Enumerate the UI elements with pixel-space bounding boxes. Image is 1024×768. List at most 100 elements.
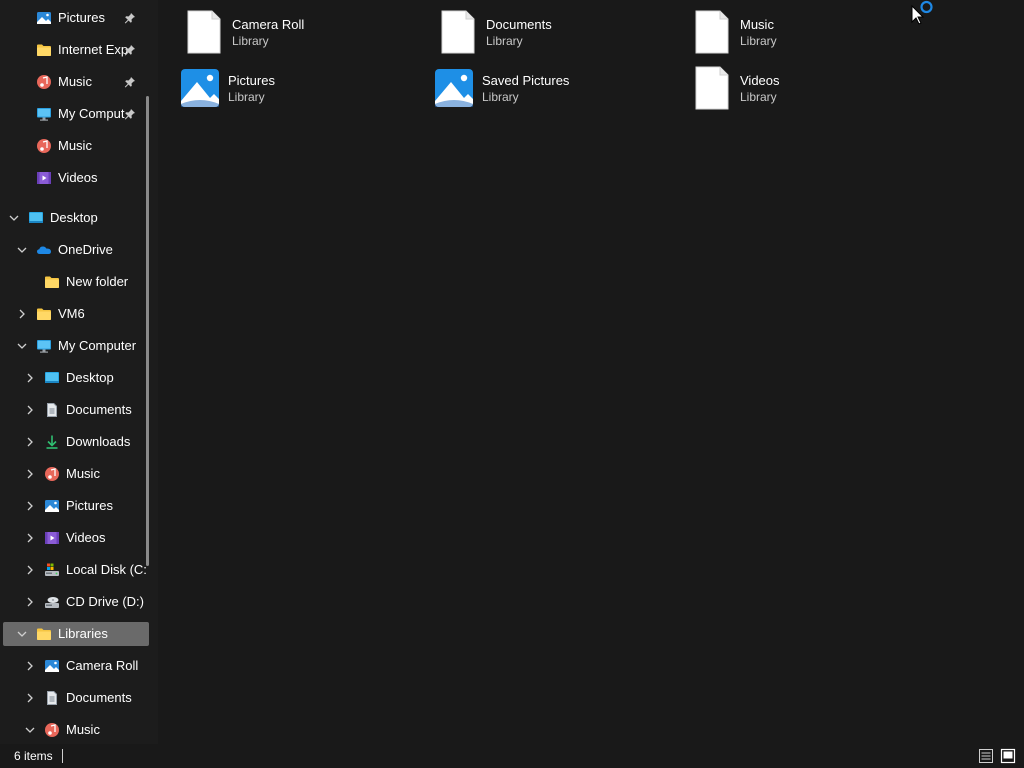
sidebar-item-downloads[interactable]: Downloads [0,430,146,454]
chevron-right-icon[interactable] [24,596,36,608]
library-item-type: Library [232,34,269,48]
sidebar-item-music[interactable]: Music [0,462,146,486]
library-item[interactable]: Videos Library [692,66,932,114]
cd-drive-icon [44,594,60,610]
sidebar-item-cd-drive-d[interactable]: CD Drive (D:) [0,590,146,614]
pictures-icon [44,658,60,674]
details-view-icon[interactable] [978,748,994,764]
pictures-icon [36,10,52,26]
chevron-right-icon[interactable] [24,532,36,544]
library-item[interactable]: Camera Roll Library [184,10,424,58]
sidebar-item-music[interactable]: Music [0,70,146,94]
chevron-right-icon[interactable] [24,692,36,704]
sidebar-item-label: Camera Roll [66,658,139,673]
music-icon [44,466,60,482]
sidebar-item-label: New folder [66,274,129,289]
sidebar-item-label: Videos [58,170,98,185]
sidebar-item-vm6[interactable]: VM6 [0,302,146,326]
sidebar-item-label: Documents [66,690,132,705]
sidebar-item-videos[interactable]: Videos [0,526,146,550]
chevron-right-icon[interactable] [24,500,36,512]
sidebar-item-new-folder[interactable]: New folder [0,270,146,294]
sidebar-item-label: My Computer [58,338,137,353]
sidebar-item-label: Local Disk (C: [66,562,147,577]
sidebar-item-my-computer[interactable]: My Computer [0,334,146,358]
sidebar-item-label: My Comput [58,106,125,121]
pin-icon [124,108,136,120]
chevron-right-icon[interactable] [24,660,36,672]
chevron-down-icon[interactable] [16,340,28,352]
pictures-library-icon [434,66,474,110]
item-count: 6 items [14,749,53,763]
file-explorer-window: Pictures Internet Exp Music My Comput Music V… [0,0,1024,768]
chevron-right-icon[interactable] [24,468,36,480]
sidebar-item-onedrive[interactable]: OneDrive [0,238,146,262]
computer-icon [36,338,52,354]
sidebar-item-local-disk-c[interactable]: Local Disk (C: [0,558,147,582]
sidebar-item-label: Libraries [58,626,108,641]
local-disk-icon [44,562,60,578]
navigation-pane[interactable]: Pictures Internet Exp Music My Comput Music V… [0,0,158,744]
large-icons-view-icon[interactable] [1000,748,1016,764]
chevron-right-icon[interactable] [24,372,36,384]
library-item-name: Documents [486,17,552,32]
blank-document-icon [438,10,478,54]
sidebar-item-label: Documents [66,402,132,417]
pictures-library-icon [180,66,220,110]
sidebar-item-my-comput[interactable]: My Comput [0,102,146,126]
chevron-down-icon[interactable] [8,212,20,224]
onedrive-icon [36,242,52,258]
downloads-icon [44,434,60,450]
content-pane[interactable]: Camera Roll Library Documents Library Music L… [158,0,1024,744]
music-icon [36,138,52,154]
library-item[interactable]: Documents Library [438,10,678,58]
sidebar-item-documents[interactable]: Documents [0,686,146,710]
library-item[interactable]: Saved Pictures Library [434,66,674,114]
chevron-down-icon[interactable] [16,244,28,256]
sidebar-item-desktop[interactable]: Desktop [0,366,146,390]
sidebar-item-label: Desktop [50,210,98,225]
sidebar-item-desktop[interactable]: Desktop [0,206,146,230]
blank-document-icon [692,66,732,110]
sidebar-item-libraries[interactable]: Libraries [3,622,149,646]
pin-icon [124,44,136,56]
library-item[interactable]: Music Library [692,10,932,58]
sidebar-item-label: Music [66,466,100,481]
sidebar-item-label: CD Drive (D:) [66,594,144,609]
sidebar-item-pictures[interactable]: Pictures [0,494,146,518]
status-bar: 6 items [0,744,1024,768]
sidebar-item-music[interactable]: Music [0,718,146,742]
pin-icon [124,76,136,88]
sidebar-item-label: Music [58,74,92,89]
music-icon [36,74,52,90]
chevron-right-icon[interactable] [16,308,28,320]
sidebar-item-internet-exp[interactable]: Internet Exp [0,38,146,62]
pin-icon [124,12,136,24]
documents-icon [44,402,60,418]
pictures-icon [44,498,60,514]
computer-icon [36,106,52,122]
sidebar-item-videos[interactable]: Videos [0,166,146,190]
sidebar-item-camera-roll[interactable]: Camera Roll [0,654,146,678]
folder-icon [36,626,52,642]
desktop-icon [44,370,60,386]
sidebar-item-pictures[interactable]: Pictures [0,6,146,30]
sidebar-item-documents[interactable]: Documents [0,398,146,422]
sidebar-scrollbar[interactable] [146,96,149,566]
chevron-right-icon[interactable] [24,404,36,416]
library-item-name: Saved Pictures [482,73,570,88]
chevron-down-icon[interactable] [24,724,36,736]
library-item-name: Music [740,17,774,32]
chevron-right-icon[interactable] [24,436,36,448]
music-icon [44,722,60,738]
library-item-type: Library [740,90,777,104]
library-item-name: Camera Roll [232,17,305,32]
sidebar-item-label: Music [58,138,92,153]
chevron-down-icon[interactable] [16,628,28,640]
library-item-type: Library [228,90,265,104]
library-item[interactable]: Pictures Library [180,66,420,114]
folder-icon [36,306,52,322]
chevron-right-icon[interactable] [24,564,36,576]
sidebar-item-label: VM6 [58,306,85,321]
sidebar-item-music[interactable]: Music [0,134,146,158]
